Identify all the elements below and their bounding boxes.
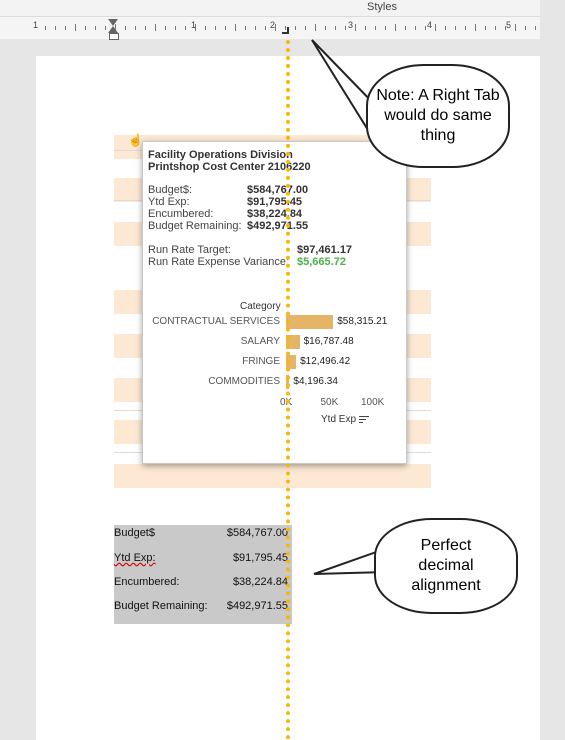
- callout-decimal-alignment: Perfect decimal alignment: [374, 518, 518, 614]
- callout-right-tab-note: Note: A Right Tab would do same thing: [366, 64, 510, 168]
- callout-text: Note: A Right Tab would do same thing: [376, 87, 500, 144]
- callout-text: Perfect decimal alignment: [411, 537, 481, 594]
